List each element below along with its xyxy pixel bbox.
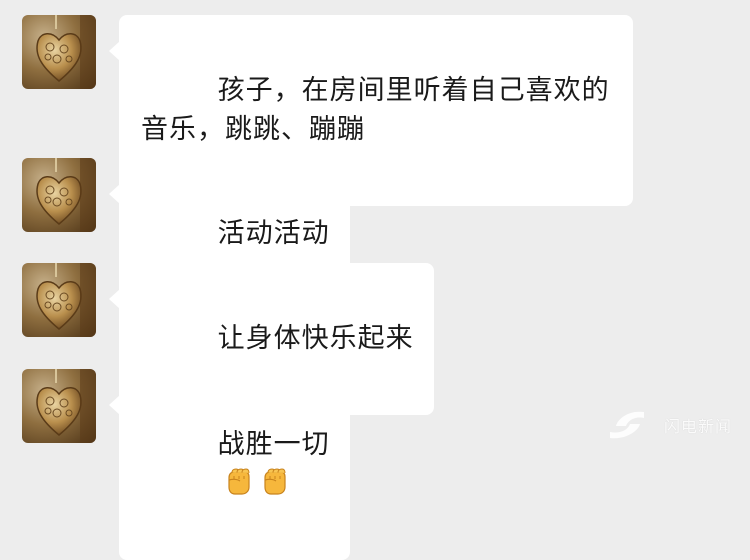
fist-emoji-icon	[228, 468, 250, 495]
message-text: 战胜一切	[217, 429, 330, 460]
watermark: 闪电新闻	[602, 408, 732, 442]
heart-locket-icon	[36, 263, 96, 337]
chat-thread: 孩子，在房间里听着自己喜欢的音乐，跳跳、蹦蹦 活动活动 让身体快乐起来 战胜一切	[0, 0, 750, 560]
heart-locket-icon	[36, 15, 96, 89]
avatar[interactable]	[22, 263, 96, 337]
avatar[interactable]	[22, 369, 96, 443]
message-bubble[interactable]: 战胜一切	[109, 369, 350, 560]
message-text: 孩子，在房间里听着自己喜欢的音乐，跳跳、蹦蹦	[141, 75, 610, 145]
fist-emoji-icon	[264, 468, 286, 495]
heart-locket-icon	[36, 369, 96, 443]
message-row: 战胜一切	[22, 369, 350, 560]
message-text: 活动活动	[217, 218, 330, 249]
heart-locket-icon	[36, 158, 96, 232]
lightning-logo-icon	[609, 411, 644, 439]
avatar[interactable]	[22, 15, 96, 89]
avatar[interactable]	[22, 158, 96, 232]
watermark-text: 闪电新闻	[663, 417, 732, 436]
message-text: 让身体快乐起来	[217, 323, 414, 354]
